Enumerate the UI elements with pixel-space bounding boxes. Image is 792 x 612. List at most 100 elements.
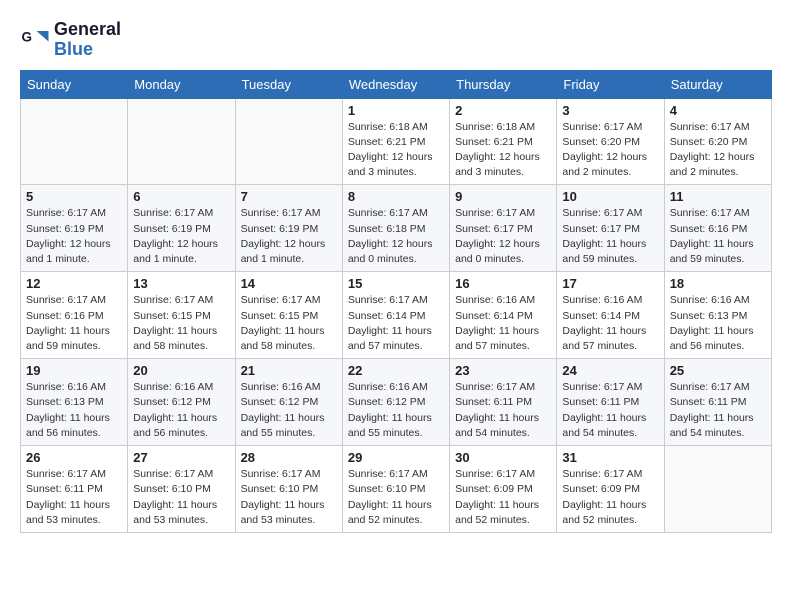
day-number: 24: [562, 363, 658, 378]
calendar-cell: 17 Sunrise: 6:16 AMSunset: 6:14 PMDayligh…: [557, 272, 664, 359]
cell-info: Sunrise: 6:17 AMSunset: 6:09 PMDaylight:…: [455, 467, 551, 528]
calendar-cell: 15 Sunrise: 6:17 AMSunset: 6:14 PMDayligh…: [342, 272, 449, 359]
day-number: 15: [348, 276, 444, 291]
cell-info: Sunrise: 6:17 AMSunset: 6:16 PMDaylight:…: [26, 293, 122, 354]
cell-info: Sunrise: 6:16 AMSunset: 6:12 PMDaylight:…: [133, 380, 229, 441]
calendar-cell: [235, 98, 342, 185]
calendar-cell: 22 Sunrise: 6:16 AMSunset: 6:12 PMDayligh…: [342, 359, 449, 446]
calendar-cell: 20 Sunrise: 6:16 AMSunset: 6:12 PMDayligh…: [128, 359, 235, 446]
calendar-cell: 9Sunrise: 6:17 AMSunset: 6:17 PMDaylight…: [450, 185, 557, 272]
day-number: 28: [241, 450, 337, 465]
calendar-cell: 8 Sunrise: 6:17 AMSunset: 6:18 PMDaylight…: [342, 185, 449, 272]
calendar-cell: 18 Sunrise: 6:16 AMSunset: 6:13 PMDayligh…: [664, 272, 771, 359]
day-number: 12: [26, 276, 122, 291]
cell-info: Sunrise: 6:17 AMSunset: 6:17 PMDaylight:…: [455, 206, 551, 267]
cell-info: Sunrise: 6:17 AMSunset: 6:19 PMDaylight:…: [26, 206, 122, 267]
cell-info: Sunrise: 6:17 AMSunset: 6:09 PMDaylight:…: [562, 467, 658, 528]
calendar-cell: 14Sunrise: 6:17 AMSunset: 6:15 PMDayligh…: [235, 272, 342, 359]
day-number: 27: [133, 450, 229, 465]
weekday-thursday: Thursday: [450, 70, 557, 98]
weekday-tuesday: Tuesday: [235, 70, 342, 98]
weekday-header-row: SundayMondayTuesdayWednesdayThursdayFrid…: [21, 70, 772, 98]
day-number: 23: [455, 363, 551, 378]
day-number: 13: [133, 276, 229, 291]
logo: G General Blue: [20, 20, 121, 60]
day-number: 2: [455, 103, 551, 118]
day-number: 17: [562, 276, 658, 291]
day-number: 1: [348, 103, 444, 118]
calendar-week-1: 1 Sunrise: 6:18 AMSunset: 6:21 PMDaylight…: [21, 98, 772, 185]
day-number: 29: [348, 450, 444, 465]
day-number: 25: [670, 363, 766, 378]
calendar-cell: 30 Sunrise: 6:17 AMSunset: 6:09 PMDayligh…: [450, 446, 557, 533]
cell-info: Sunrise: 6:16 AMSunset: 6:13 PMDaylight:…: [670, 293, 766, 354]
cell-info: Sunrise: 6:17 AMSunset: 6:16 PMDaylight:…: [670, 206, 766, 267]
calendar-cell: [128, 98, 235, 185]
calendar-week-5: 26 Sunrise: 6:17 AMSunset: 6:11 PMDayligh…: [21, 446, 772, 533]
cell-info: Sunrise: 6:16 AMSunset: 6:12 PMDaylight:…: [241, 380, 337, 441]
calendar-cell: 11Sunrise: 6:17 AMSunset: 6:16 PMDayligh…: [664, 185, 771, 272]
day-number: 8: [348, 189, 444, 204]
calendar-cell: 12 Sunrise: 6:17 AMSunset: 6:16 PMDayligh…: [21, 272, 128, 359]
cell-info: Sunrise: 6:17 AMSunset: 6:17 PMDaylight:…: [562, 206, 658, 267]
cell-info: Sunrise: 6:17 AMSunset: 6:10 PMDaylight:…: [241, 467, 337, 528]
logo-icon: G: [20, 25, 50, 55]
calendar-cell: 13 Sunrise: 6:17 AMSunset: 6:15 PMDayligh…: [128, 272, 235, 359]
page-header: G General Blue: [20, 20, 772, 60]
calendar-cell: 27 Sunrise: 6:17 AMSunset: 6:10 PMDayligh…: [128, 446, 235, 533]
calendar-cell: 2 Sunrise: 6:18 AMSunset: 6:21 PMDaylight…: [450, 98, 557, 185]
calendar-cell: 31 Sunrise: 6:17 AMSunset: 6:09 PMDayligh…: [557, 446, 664, 533]
cell-info: Sunrise: 6:17 AMSunset: 6:11 PMDaylight:…: [670, 380, 766, 441]
calendar-cell: 10 Sunrise: 6:17 AMSunset: 6:17 PMDayligh…: [557, 185, 664, 272]
cell-info: Sunrise: 6:17 AMSunset: 6:15 PMDaylight:…: [133, 293, 229, 354]
logo-text-line1: General: [54, 20, 121, 40]
day-number: 5: [26, 189, 122, 204]
cell-info: Sunrise: 6:17 AMSunset: 6:10 PMDaylight:…: [348, 467, 444, 528]
svg-text:G: G: [22, 29, 33, 44]
calendar-cell: 6Sunrise: 6:17 AMSunset: 6:19 PMDaylight…: [128, 185, 235, 272]
cell-info: Sunrise: 6:16 AMSunset: 6:14 PMDaylight:…: [562, 293, 658, 354]
calendar-body: 1 Sunrise: 6:18 AMSunset: 6:21 PMDaylight…: [21, 98, 772, 532]
calendar-cell: 26 Sunrise: 6:17 AMSunset: 6:11 PMDayligh…: [21, 446, 128, 533]
day-number: 31: [562, 450, 658, 465]
calendar-cell: 29 Sunrise: 6:17 AMSunset: 6:10 PMDayligh…: [342, 446, 449, 533]
cell-info: Sunrise: 6:17 AMSunset: 6:10 PMDaylight:…: [133, 467, 229, 528]
calendar-cell: 23Sunrise: 6:17 AMSunset: 6:11 PMDayligh…: [450, 359, 557, 446]
weekday-wednesday: Wednesday: [342, 70, 449, 98]
day-number: 21: [241, 363, 337, 378]
day-number: 22: [348, 363, 444, 378]
calendar-week-4: 19Sunrise: 6:16 AMSunset: 6:13 PMDayligh…: [21, 359, 772, 446]
cell-info: Sunrise: 6:17 AMSunset: 6:11 PMDaylight:…: [562, 380, 658, 441]
calendar-cell: 7 Sunrise: 6:17 AMSunset: 6:19 PMDaylight…: [235, 185, 342, 272]
weekday-saturday: Saturday: [664, 70, 771, 98]
calendar-table: SundayMondayTuesdayWednesdayThursdayFrid…: [20, 70, 772, 533]
cell-info: Sunrise: 6:17 AMSunset: 6:14 PMDaylight:…: [348, 293, 444, 354]
cell-info: Sunrise: 6:18 AMSunset: 6:21 PMDaylight:…: [455, 120, 551, 181]
cell-info: Sunrise: 6:16 AMSunset: 6:12 PMDaylight:…: [348, 380, 444, 441]
calendar-cell: 4Sunrise: 6:17 AMSunset: 6:20 PMDaylight…: [664, 98, 771, 185]
day-number: 18: [670, 276, 766, 291]
cell-info: Sunrise: 6:17 AMSunset: 6:18 PMDaylight:…: [348, 206, 444, 267]
cell-info: Sunrise: 6:18 AMSunset: 6:21 PMDaylight:…: [348, 120, 444, 181]
day-number: 7: [241, 189, 337, 204]
calendar-cell: 3Sunrise: 6:17 AMSunset: 6:20 PMDaylight…: [557, 98, 664, 185]
cell-info: Sunrise: 6:17 AMSunset: 6:19 PMDaylight:…: [241, 206, 337, 267]
day-number: 10: [562, 189, 658, 204]
weekday-friday: Friday: [557, 70, 664, 98]
calendar-cell: 19Sunrise: 6:16 AMSunset: 6:13 PMDayligh…: [21, 359, 128, 446]
calendar-cell: 28 Sunrise: 6:17 AMSunset: 6:10 PMDayligh…: [235, 446, 342, 533]
logo-text-line2: Blue: [54, 40, 121, 60]
day-number: 20: [133, 363, 229, 378]
weekday-monday: Monday: [128, 70, 235, 98]
weekday-sunday: Sunday: [21, 70, 128, 98]
day-number: 16: [455, 276, 551, 291]
calendar-cell: 1 Sunrise: 6:18 AMSunset: 6:21 PMDaylight…: [342, 98, 449, 185]
cell-info: Sunrise: 6:17 AMSunset: 6:11 PMDaylight:…: [26, 467, 122, 528]
cell-info: Sunrise: 6:17 AMSunset: 6:20 PMDaylight:…: [562, 120, 658, 181]
cell-info: Sunrise: 6:17 AMSunset: 6:19 PMDaylight:…: [133, 206, 229, 267]
calendar-week-2: 5 Sunrise: 6:17 AMSunset: 6:19 PMDaylight…: [21, 185, 772, 272]
cell-info: Sunrise: 6:16 AMSunset: 6:13 PMDaylight:…: [26, 380, 122, 441]
day-number: 30: [455, 450, 551, 465]
calendar-cell: 21 Sunrise: 6:16 AMSunset: 6:12 PMDayligh…: [235, 359, 342, 446]
day-number: 26: [26, 450, 122, 465]
